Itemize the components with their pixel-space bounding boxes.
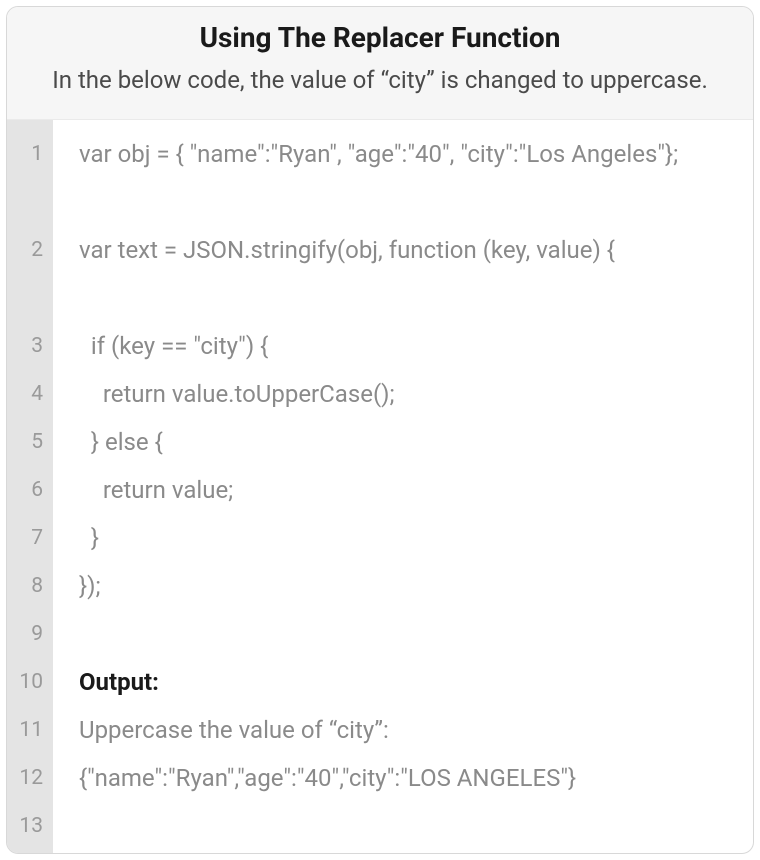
- code-line: [79, 850, 735, 853]
- line-number: 5: [7, 418, 53, 466]
- card-header: Using The Replacer Function In the below…: [7, 7, 753, 120]
- output-label: Output:: [79, 658, 735, 706]
- line-number: 10: [7, 658, 53, 706]
- code-line: return value;: [79, 466, 735, 514]
- code-line: var obj = { "name":"Ryan", "age":"40", "…: [79, 130, 735, 226]
- code-line: if (key == "city") {: [79, 322, 735, 370]
- code-line: var text = JSON.stringify(obj, function …: [79, 226, 735, 322]
- line-number: 9: [7, 610, 53, 658]
- line-number-gutter: 1 2 3 4 5 6 7 8 9 10 11 12 13 14: [7, 120, 53, 853]
- line-number: 7: [7, 514, 53, 562]
- line-number: 14: [7, 850, 53, 853]
- code-line: {"name":"Ryan","age":"40","city":"LOS AN…: [79, 754, 735, 802]
- line-number: 13: [7, 802, 53, 850]
- card-title: Using The Replacer Function: [31, 21, 729, 54]
- line-number: 6: [7, 466, 53, 514]
- code-line: [79, 802, 735, 850]
- line-number: 8: [7, 562, 53, 610]
- line-number: 3: [7, 274, 53, 370]
- code-line: });: [79, 562, 735, 610]
- line-number: 4: [7, 370, 53, 418]
- line-number: 2: [7, 178, 53, 274]
- code-line: [79, 610, 735, 658]
- code-line: }: [79, 514, 735, 562]
- line-number: 1: [7, 130, 53, 178]
- code-line: Uppercase the value of “city”:: [79, 706, 735, 754]
- card-subtitle: In the below code, the value of “city” i…: [31, 62, 729, 99]
- code-example-card: Using The Replacer Function In the below…: [6, 6, 754, 854]
- code-area: 1 2 3 4 5 6 7 8 9 10 11 12 13 14 var obj…: [7, 120, 753, 853]
- code-line: } else {: [79, 418, 735, 466]
- line-number: 11: [7, 706, 53, 754]
- code-line: return value.toUpperCase();: [79, 370, 735, 418]
- output-label-text: Output:: [79, 668, 159, 696]
- line-number: 12: [7, 754, 53, 802]
- code-content: var obj = { "name":"Ryan", "age":"40", "…: [53, 120, 753, 853]
